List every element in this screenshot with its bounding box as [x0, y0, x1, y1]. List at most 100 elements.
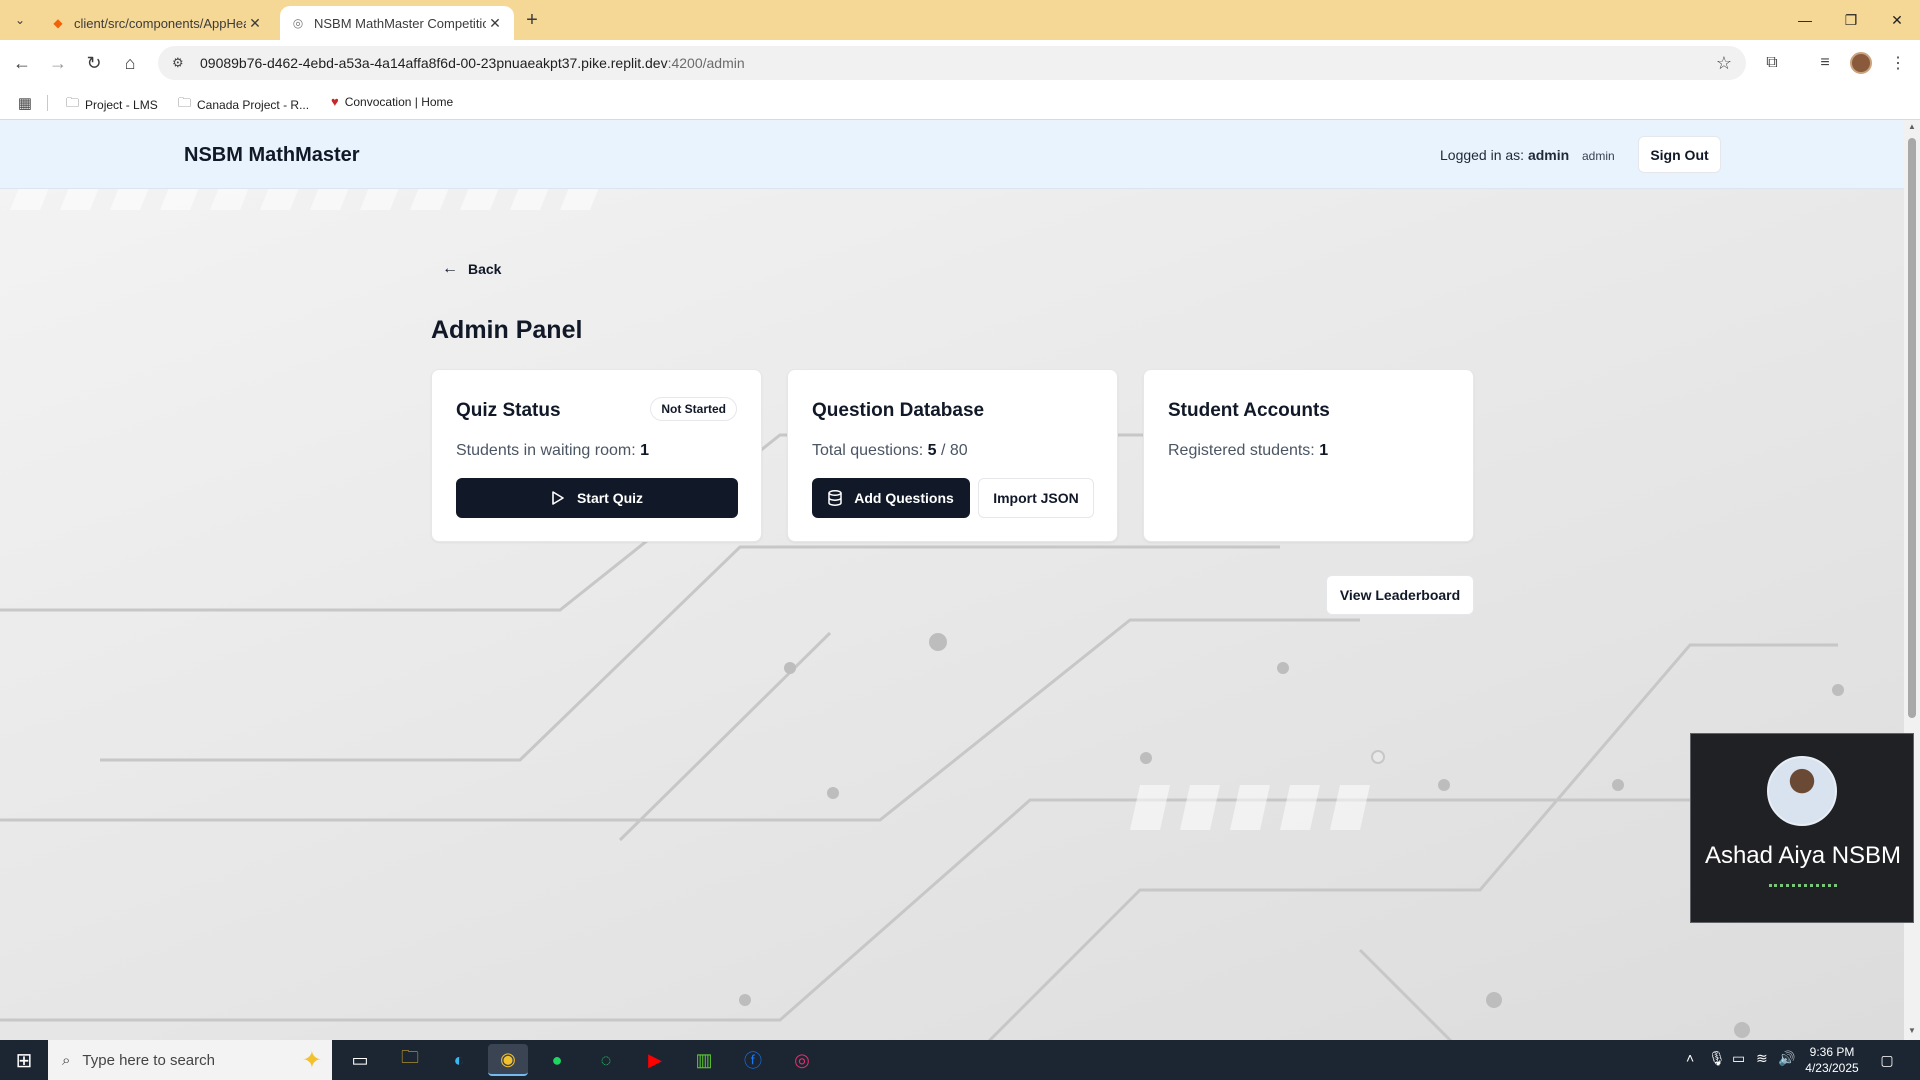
question-database-card: Question Database Total questions: 5 / 8…: [787, 369, 1118, 542]
profile-avatar[interactable]: [1850, 52, 1872, 74]
folder-icon: 🗀: [178, 95, 192, 110]
tab-title: NSBM MathMaster Competition: [314, 15, 486, 31]
windows-start-icon[interactable]: ⊞: [0, 1040, 48, 1080]
page-title: Admin Panel: [431, 316, 583, 344]
app-header: NSBM MathMaster Logged in as: admin admi…: [0, 120, 1904, 189]
windows-taskbar: ⊞ ⌕ Type here to search ✦ ▭ 🗀 ◐ ◉ ● ◌ ▶ …: [0, 1040, 1920, 1080]
arrow-left-icon: ←: [442, 260, 458, 277]
restore-icon[interactable]: ❐: [1828, 0, 1874, 40]
add-questions-button[interactable]: Add Questions: [812, 478, 970, 518]
clock-date: 4/23/2025: [1805, 1061, 1859, 1075]
sign-out-button[interactable]: Sign Out: [1638, 136, 1721, 173]
logged-in-text: Logged in as: admin: [1440, 147, 1569, 163]
facebook-icon[interactable]: ⓕ: [733, 1044, 773, 1076]
edge-icon[interactable]: ◐: [439, 1044, 479, 1076]
add-questions-label: Add Questions: [854, 490, 954, 506]
student-accounts-card: Student Accounts Registered students: 1: [1143, 369, 1474, 542]
audio-level-indicator: [1769, 884, 1837, 887]
back-arrow-icon[interactable]: ←: [8, 49, 36, 77]
user-role: admin: [1582, 149, 1615, 163]
sparkle-icon: ✦: [301, 1047, 322, 1074]
registered-students: Registered students: 1: [1168, 442, 1328, 460]
scroll-up-icon[interactable]: ▲: [1907, 122, 1917, 131]
apps-grid-icon[interactable]: ▦: [16, 94, 34, 112]
card-title: Question Database: [812, 400, 985, 421]
url-path: :4200/admin: [667, 55, 745, 71]
registered-students-label: Registered students:: [1168, 442, 1315, 459]
tray-chevron-icon[interactable]: ˄: [1686, 1050, 1694, 1066]
total-questions-value: 5: [927, 442, 937, 459]
card-title: Student Accounts: [1168, 400, 1330, 421]
back-label: Back: [468, 261, 502, 277]
brand-title[interactable]: NSBM MathMaster: [184, 144, 360, 167]
bookmark-canada-project[interactable]: 🗀 Canada Project - R...: [178, 94, 309, 116]
task-view-icon[interactable]: ▭: [340, 1044, 380, 1076]
taskbar-clock[interactable]: 9:36 PM 4/23/2025: [1792, 1044, 1872, 1076]
logged-in-label: Logged in as:: [1440, 147, 1525, 163]
bookmarks-bar: ▦ 🗀 Project - LMS 🗀 Canada Project - R..…: [0, 86, 1920, 120]
bookmark-project-lms[interactable]: 🗀 Project - LMS: [66, 94, 158, 116]
tab-title: client/src/components/AppHeader.tsx: [74, 15, 246, 31]
total-questions-max: / 80: [941, 442, 968, 459]
participant-avatar: [1767, 756, 1837, 826]
bookmarks-divider: [47, 95, 48, 111]
tab-search-chevron-icon[interactable]: ⌄: [8, 8, 32, 32]
reload-icon[interactable]: ↻: [80, 49, 108, 77]
search-icon: ⌕: [62, 1051, 71, 1069]
tab-appheader[interactable]: ◆ client/src/components/AppHeader.tsx ✕: [40, 6, 274, 40]
extensions-puzzle-icon[interactable]: ⧉: [1760, 51, 1784, 75]
home-icon[interactable]: ⌂: [116, 49, 144, 77]
forward-arrow-icon[interactable]: →: [44, 49, 72, 77]
close-tab-icon[interactable]: ✕: [246, 14, 264, 32]
start-quiz-label: Start Quiz: [576, 490, 644, 506]
page-viewport: NSBM MathMaster Logged in as: admin admi…: [0, 120, 1904, 1040]
site-settings-icon[interactable]: ⚙: [172, 55, 188, 71]
play-icon: [552, 491, 564, 505]
notifications-icon[interactable]: ▢: [1876, 1050, 1898, 1070]
youtube-icon[interactable]: ▶: [635, 1044, 675, 1076]
quiz-status-card: Quiz Status Not Started Students in wait…: [431, 369, 762, 542]
bookmark-label: Convocation | Home: [344, 94, 454, 109]
minimize-icon[interactable]: —: [1782, 0, 1828, 40]
heart-shield-icon: ♥: [331, 94, 339, 109]
battery-icon[interactable]: ▭: [1732, 1050, 1745, 1067]
new-tab-plus-icon[interactable]: +: [520, 8, 544, 32]
browser-tab-strip: ⌄ ◆ client/src/components/AppHeader.tsx …: [0, 0, 1920, 40]
status-badge: Not Started: [650, 397, 737, 421]
sheets-app-icon[interactable]: ▥: [684, 1044, 724, 1076]
registered-students-value: 1: [1319, 442, 1329, 459]
media-controls-icon[interactable]: ≡: [1813, 51, 1837, 75]
url-host: 09089b76-d462-4ebd-a53a-4a14affa8f6d-00-…: [200, 55, 668, 71]
wifi-icon[interactable]: ≋: [1756, 1050, 1768, 1067]
spotify-icon[interactable]: ●: [537, 1044, 577, 1076]
total-questions-label: Total questions:: [812, 442, 924, 459]
chrome-icon[interactable]: ◉: [488, 1044, 528, 1076]
browser-toolbar: ← → ↻ ⌂ ⚙ 09089b76-d462-4ebd-a53a-4a14af…: [0, 40, 1920, 86]
more-menu-icon[interactable]: ⋮: [1886, 51, 1910, 75]
whatsapp-icon[interactable]: ◌: [586, 1044, 626, 1076]
circuit-background: [0, 160, 1844, 1040]
bookmark-convocation[interactable]: ♥ Convocation | Home: [331, 94, 453, 109]
start-quiz-button[interactable]: Start Quiz: [456, 478, 738, 518]
close-tab-icon[interactable]: ✕: [486, 14, 504, 32]
instagram-icon[interactable]: ◎: [782, 1044, 822, 1076]
file-explorer-icon[interactable]: 🗀: [390, 1044, 430, 1076]
database-icon: [828, 490, 842, 506]
card-title: Quiz Status: [456, 400, 561, 421]
waiting-room-count: Students in waiting room: 1: [456, 442, 649, 460]
tab-mathmaster[interactable]: ◎ NSBM MathMaster Competition ✕: [280, 6, 514, 40]
scroll-down-icon[interactable]: ▼: [1907, 1026, 1917, 1035]
address-bar[interactable]: ⚙ 09089b76-d462-4ebd-a53a-4a14affa8f6d-0…: [158, 46, 1746, 80]
video-call-tile[interactable]: Ashad Aiya NSBM: [1690, 733, 1914, 923]
view-leaderboard-button[interactable]: View Leaderboard: [1326, 575, 1474, 615]
back-link[interactable]: ← Back: [442, 260, 501, 278]
globe-favicon-icon: ◎: [292, 16, 304, 30]
microphone-icon[interactable]: 🎙: [1708, 1050, 1726, 1067]
scroll-thumb[interactable]: [1908, 138, 1916, 718]
import-json-button[interactable]: Import JSON: [978, 478, 1094, 518]
total-questions: Total questions: 5 / 80: [812, 442, 968, 460]
bookmark-star-icon[interactable]: ☆: [1716, 53, 1732, 74]
close-window-icon[interactable]: ✕: [1874, 0, 1920, 40]
taskbar-search-box[interactable]: ⌕ Type here to search ✦: [48, 1040, 332, 1080]
logged-in-user: admin: [1527, 147, 1570, 163]
